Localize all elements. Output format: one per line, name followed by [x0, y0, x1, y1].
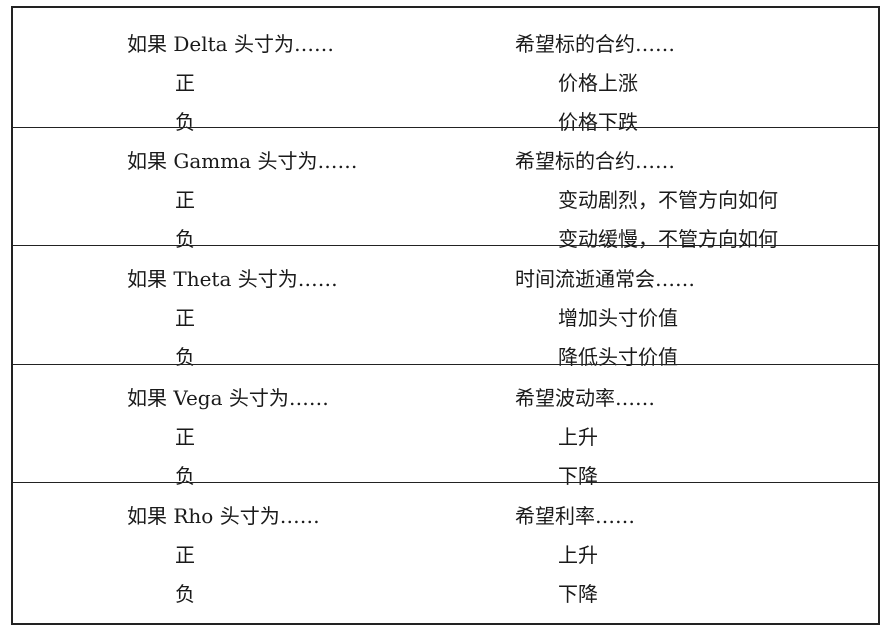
vega-section: 如果 Vega 头寸为…… 希望波动率…… 正 上升 负 下降: [13, 363, 878, 488]
gamma-section: 如果 Gamma 头寸为…… 希望标的合约…… 正 变动剧烈，不管方向如何 负 …: [13, 126, 878, 251]
negative-row: 负 下降: [13, 575, 878, 614]
expectation-text: 希望标的合约……: [515, 148, 675, 173]
positive-label: 正: [175, 71, 195, 95]
positive-row: 正 价格上涨: [13, 64, 878, 103]
condition-text: 如果 Rho 头寸为……: [127, 504, 320, 529]
positive-row: 正 上升: [13, 418, 878, 457]
positive-value: 上升: [558, 543, 598, 568]
positive-label: 正: [175, 187, 195, 212]
positive-value: 增加头寸价值: [558, 306, 678, 331]
positive-label: 正: [175, 543, 195, 568]
positive-row: 正 变动剧烈，不管方向如何: [13, 181, 878, 220]
greeks-position-table: 如果 Delta 头寸为…… 希望标的合约…… 正 价格上涨 负 价格下跌 如果…: [11, 6, 880, 625]
condition-text: 如果 Delta 头寸为……: [127, 32, 334, 56]
negative-label: 负: [175, 582, 195, 607]
section-header-row: 如果 Delta 头寸为…… 希望标的合约……: [13, 25, 878, 64]
expectation-text: 希望利率……: [515, 504, 635, 529]
section-header-row: 如果 Theta 头寸为…… 时间流逝通常会……: [13, 260, 878, 299]
positive-row: 正 增加头寸价值: [13, 299, 878, 338]
positive-row: 正 上升: [13, 536, 878, 575]
delta-section: 如果 Delta 头寸为…… 希望标的合约…… 正 价格上涨 负 价格下跌: [13, 8, 878, 134]
negative-value: 下降: [558, 582, 598, 607]
positive-value: 变动剧烈，不管方向如何: [558, 187, 778, 212]
section-header-row: 如果 Gamma 头寸为…… 希望标的合约……: [13, 142, 878, 181]
expectation-text: 时间流逝通常会……: [515, 267, 695, 292]
expectation-text: 希望波动率……: [515, 385, 655, 410]
condition-text: 如果 Vega 头寸为……: [127, 385, 329, 410]
expectation-text: 希望标的合约……: [515, 32, 675, 56]
positive-value: 价格上涨: [558, 71, 638, 95]
section-header-row: 如果 Vega 头寸为…… 希望波动率……: [13, 379, 878, 418]
positive-label: 正: [175, 306, 195, 331]
section-header-row: 如果 Rho 头寸为…… 希望利率……: [13, 497, 878, 536]
condition-text: 如果 Gamma 头寸为……: [127, 148, 358, 173]
positive-value: 上升: [558, 424, 598, 449]
positive-label: 正: [175, 424, 195, 449]
condition-text: 如果 Theta 头寸为……: [127, 267, 338, 292]
theta-section: 如果 Theta 头寸为…… 时间流逝通常会…… 正 增加头寸价值 负 降低头寸…: [13, 245, 878, 369]
rho-section: 如果 Rho 头寸为…… 希望利率…… 正 上升 负 下降: [13, 482, 878, 606]
